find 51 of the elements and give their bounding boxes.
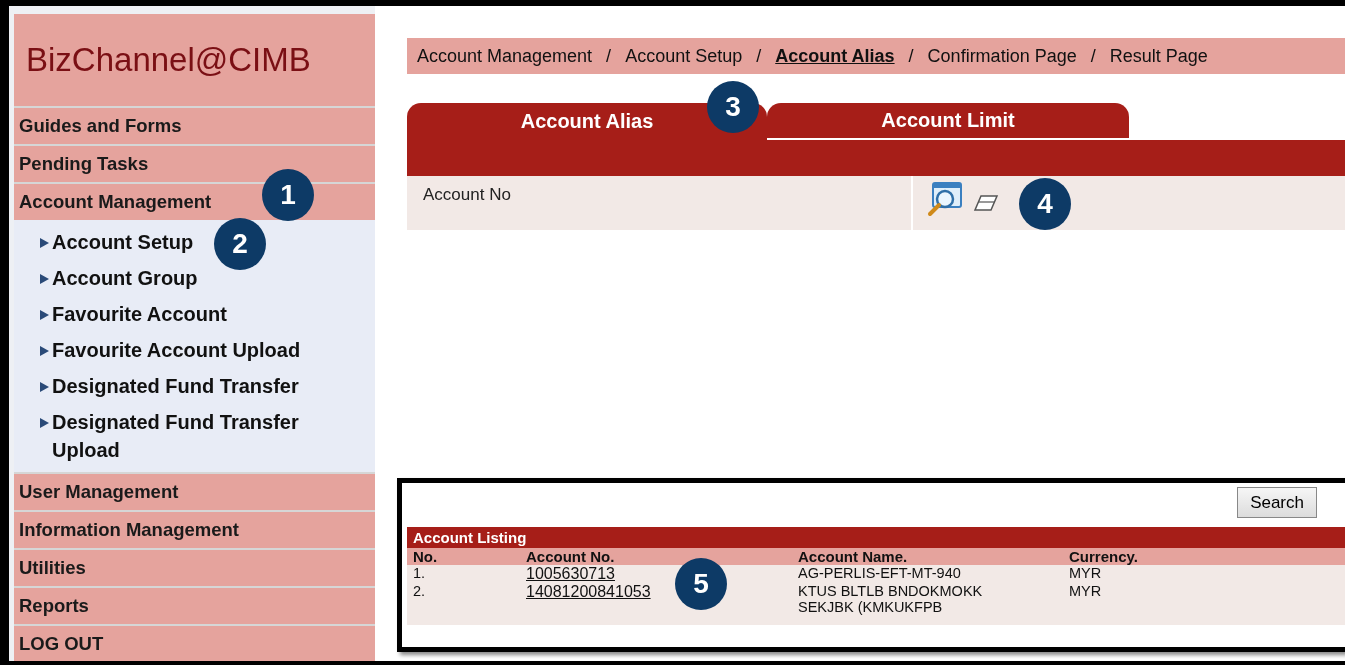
logo-banner: BizChannel@CIMB bbox=[14, 14, 375, 106]
account-link[interactable]: 14081200841053 bbox=[526, 583, 651, 600]
submenu-item[interactable]: Favourite Account Upload bbox=[52, 332, 301, 368]
breadcrumb-link[interactable]: Account Management bbox=[417, 45, 593, 67]
submenu-item[interactable]: Account Setup bbox=[52, 224, 194, 260]
search-icon[interactable] bbox=[927, 181, 963, 217]
callout-badge: 2 bbox=[214, 218, 266, 270]
submenu-item[interactable]: Designated Fund Transfer Upload bbox=[52, 404, 332, 468]
breadcrumb-link[interactable]: Account Setup bbox=[625, 45, 743, 67]
table-cell-text: AG-PERLIS-EFT-MT-940 bbox=[798, 565, 962, 583]
menu-item[interactable]: Guides and Forms bbox=[14, 106, 375, 144]
column-header: Account Name. bbox=[798, 548, 909, 565]
bullet-icon bbox=[40, 418, 49, 428]
table-cell-text: 1. bbox=[413, 565, 427, 583]
menu-item[interactable]: Pending Tasks bbox=[14, 144, 375, 182]
breadcrumb-link[interactable]: Result Page bbox=[1109, 45, 1208, 67]
bullet-icon bbox=[40, 310, 49, 320]
breadcrumb-link[interactable]: Confirmation Page bbox=[927, 45, 1077, 67]
column-header: Currency. bbox=[1069, 548, 1139, 565]
listing-title: Account Listing bbox=[407, 527, 1345, 548]
table-cell-text: KTUS BLTLB BNDOKMOKK SEKJBK (KMKUKFPB bbox=[798, 583, 984, 615]
menu-item[interactable]: LOG OUT bbox=[14, 624, 375, 661]
breadcrumb-separator: / bbox=[606, 45, 612, 67]
callout-badge: 3 bbox=[707, 81, 759, 133]
search-button[interactable]: Search bbox=[1237, 487, 1317, 518]
tab[interactable]: Account Limit bbox=[767, 103, 1129, 140]
table-cell-text: MYR bbox=[1069, 565, 1103, 583]
menu-item[interactable]: Information Management bbox=[14, 510, 375, 548]
submenu-item[interactable]: Favourite Account bbox=[52, 296, 227, 332]
submenu-item[interactable]: Designated Fund Transfer bbox=[52, 368, 299, 404]
field-label: Account No bbox=[422, 184, 512, 205]
breadcrumb-separator: / bbox=[756, 45, 762, 67]
table-cell-text: 2. bbox=[413, 583, 427, 601]
column-header: No. bbox=[413, 548, 439, 565]
menu-item[interactable]: Reports bbox=[14, 586, 375, 624]
breadcrumb-link[interactable]: Account Alias bbox=[775, 45, 895, 67]
menu-item[interactable]: Utilities bbox=[14, 548, 375, 586]
menu-item[interactable]: User Management bbox=[14, 472, 375, 510]
account-link[interactable]: 1005630713 bbox=[526, 565, 615, 582]
table-cell-text: MYR bbox=[1069, 583, 1103, 601]
column-header: Account No. bbox=[526, 548, 616, 565]
bullet-icon bbox=[40, 238, 49, 248]
bullet-icon bbox=[40, 346, 49, 356]
bullet-icon bbox=[40, 382, 49, 392]
callout-badge: 5 bbox=[675, 558, 727, 610]
callout-badge: 4 bbox=[1019, 178, 1071, 230]
breadcrumb-separator: / bbox=[908, 45, 914, 67]
submenu-item[interactable]: Account Group bbox=[52, 260, 198, 296]
breadcrumb-separator: / bbox=[1090, 45, 1096, 67]
bullet-icon bbox=[40, 274, 49, 284]
eraser-icon[interactable] bbox=[973, 194, 999, 212]
